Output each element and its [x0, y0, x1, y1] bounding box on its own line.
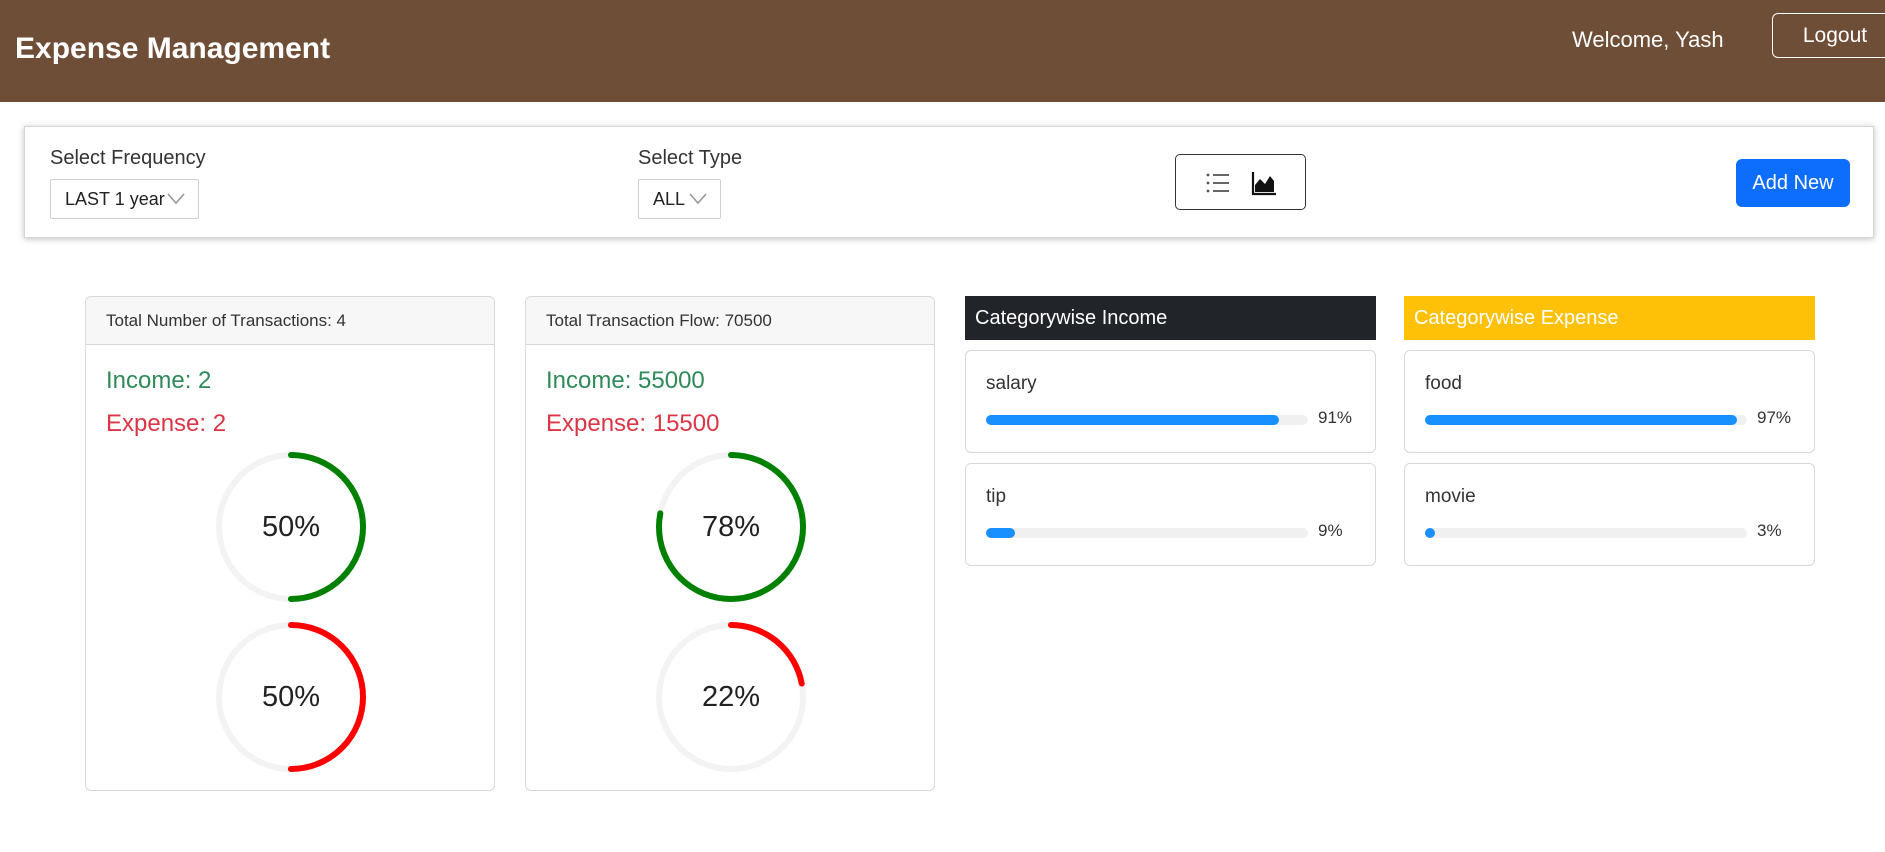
category-item: movie 3% — [1404, 463, 1815, 566]
category-progress-track — [1425, 415, 1747, 425]
category-percent: 97% — [1757, 408, 1792, 427]
expense-count: Expense: 2 — [106, 410, 227, 437]
category-progress-fill — [986, 528, 1015, 538]
category-percent: 3% — [1757, 521, 1782, 540]
category-percent: 9% — [1318, 521, 1343, 540]
chevron-down-icon — [167, 193, 185, 205]
expense-amount: Expense: 15500 — [546, 410, 720, 437]
expense-percent: 50% — [261, 680, 321, 713]
area-chart-icon[interactable] — [1250, 169, 1278, 197]
category-item: food 97% — [1404, 350, 1815, 453]
card-header: Total Transaction Flow: 70500 — [526, 297, 934, 345]
income-amount: Income: 55000 — [546, 367, 705, 394]
expense-progress-ring: 22% — [654, 620, 808, 774]
category-name: food — [1425, 373, 1462, 394]
type-label: Select Type — [638, 147, 743, 169]
type-select-value: ALL — [653, 188, 686, 209]
income-progress-ring: 50% — [214, 450, 368, 604]
app-title[interactable]: Expense Management — [15, 32, 330, 66]
type-select[interactable]: ALL — [638, 179, 721, 219]
list-icon[interactable] — [1204, 169, 1232, 197]
category-name: movie — [1425, 486, 1476, 507]
transaction-count-card: Total Number of Transactions: 4 Income: … — [85, 296, 495, 791]
welcome-text: Welcome, Yash — [1572, 27, 1724, 52]
frequency-label: Select Frequency — [50, 147, 206, 169]
category-progress-fill — [1425, 415, 1738, 425]
category-progress-track — [986, 415, 1308, 425]
expense-percent: 22% — [701, 680, 761, 713]
frequency-select[interactable]: LAST 1 year — [50, 179, 199, 219]
income-progress-ring: 78% — [654, 450, 808, 604]
card-header: Total Number of Transactions: 4 — [86, 297, 494, 345]
category-name: salary — [986, 373, 1037, 394]
income-count: Income: 2 — [106, 367, 212, 394]
add-new-button[interactable]: Add New — [1736, 159, 1850, 207]
view-toggle — [1175, 154, 1306, 210]
transaction-flow-card: Total Transaction Flow: 70500 Income: 55… — [525, 296, 935, 791]
categorywise-expense-title: Categorywise Expense — [1404, 296, 1815, 340]
category-progress-track — [986, 528, 1308, 538]
category-item: tip 9% — [965, 463, 1376, 566]
category-progress-fill — [1425, 528, 1435, 538]
chevron-down-icon — [689, 193, 707, 205]
income-percent: 50% — [261, 510, 321, 543]
frequency-select-value: LAST 1 year — [65, 188, 165, 209]
category-percent: 91% — [1318, 408, 1353, 427]
categorywise-expense-panel: Categorywise Expense food 97% movie 3% — [1404, 296, 1815, 566]
logout-button[interactable]: Logout — [1772, 13, 1885, 58]
category-progress-fill — [986, 415, 1280, 425]
categorywise-income-panel: Categorywise Income salary 91% tip 9% — [965, 296, 1376, 566]
income-percent: 78% — [701, 510, 761, 543]
category-progress-track — [1425, 528, 1747, 538]
expense-progress-ring: 50% — [214, 620, 368, 774]
category-item: salary 91% — [965, 350, 1376, 453]
categorywise-income-title: Categorywise Income — [965, 296, 1376, 340]
navbar: Expense Management Welcome, Yash Logout — [0, 0, 1885, 102]
filter-bar: Select Frequency LAST 1 year Select Type… — [24, 126, 1874, 238]
category-name: tip — [986, 486, 1007, 507]
